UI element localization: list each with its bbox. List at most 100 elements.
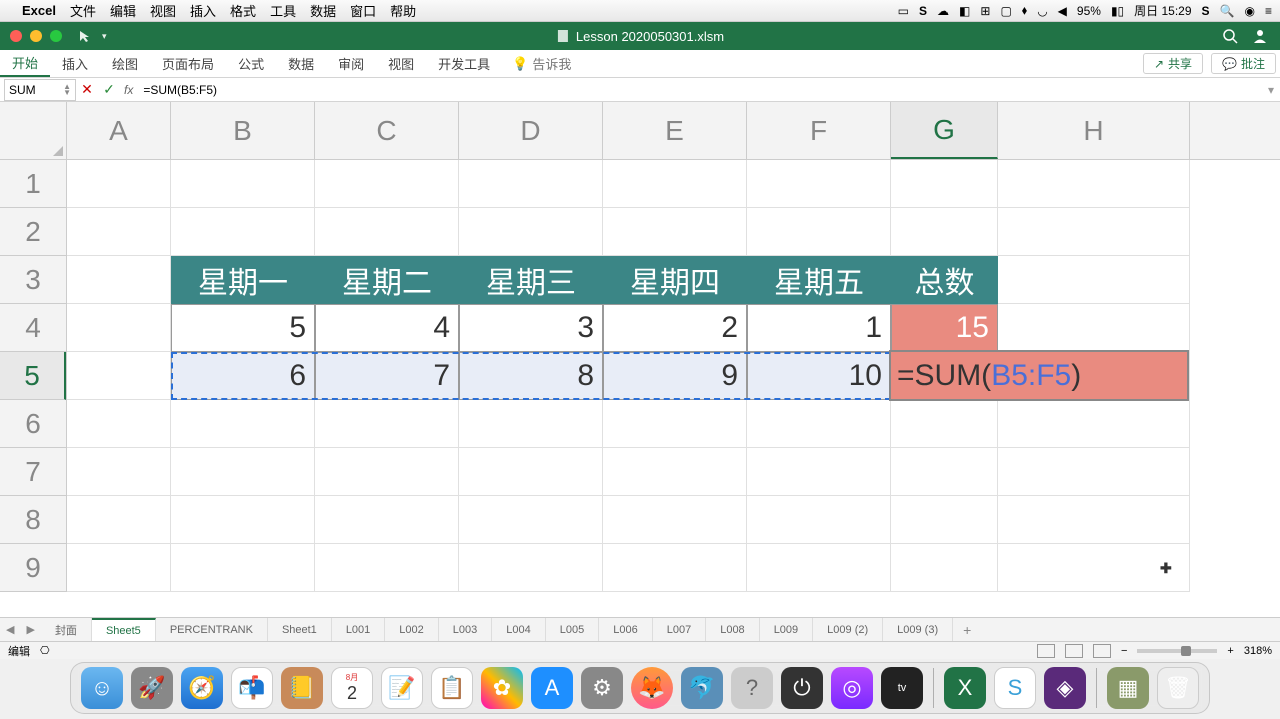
cell[interactable] xyxy=(747,496,891,544)
dock-launchpad[interactable]: 🚀 xyxy=(131,667,173,709)
tray-icon[interactable]: S xyxy=(1202,4,1210,18)
view-pagebreak-button[interactable] xyxy=(1093,644,1111,658)
maximize-button[interactable] xyxy=(50,30,62,42)
cell[interactable] xyxy=(459,208,603,256)
app-name[interactable]: Excel xyxy=(22,3,56,18)
tab-pagelayout[interactable]: 页面布局 xyxy=(150,50,226,77)
cell[interactable] xyxy=(891,496,998,544)
macro-icon[interactable]: ⎔ xyxy=(40,644,50,657)
dock-safari[interactable]: 🧭 xyxy=(181,667,223,709)
cell-F5[interactable]: 10 xyxy=(747,352,891,400)
sheet-tab[interactable]: L002 xyxy=(385,618,438,641)
header-mon[interactable]: 星期一 xyxy=(171,256,315,304)
view-normal-button[interactable] xyxy=(1037,644,1055,658)
dock-trash[interactable]: 🗑 xyxy=(1157,667,1199,709)
cell[interactable] xyxy=(998,208,1190,256)
cell[interactable] xyxy=(603,400,747,448)
dock-settings[interactable]: ⚙ xyxy=(581,667,623,709)
notifications-icon[interactable]: ≡ xyxy=(1265,4,1272,18)
cell[interactable] xyxy=(603,544,747,592)
header-tue[interactable]: 星期二 xyxy=(315,256,459,304)
cell[interactable] xyxy=(315,160,459,208)
sheet-nav-next-icon[interactable]: ▶ xyxy=(20,623,40,636)
cell[interactable] xyxy=(998,400,1190,448)
cell[interactable] xyxy=(67,352,171,400)
cell[interactable] xyxy=(315,496,459,544)
cell[interactable] xyxy=(998,304,1190,352)
formula-expand-icon[interactable]: ▾ xyxy=(1262,83,1280,97)
menu-window[interactable]: 窗口 xyxy=(350,1,376,20)
editing-cell[interactable]: =SUM(B5:F5) xyxy=(891,352,1187,399)
zoom-in-button[interactable]: + xyxy=(1227,645,1233,657)
enter-icon[interactable]: ✓ xyxy=(98,81,120,98)
cell[interactable] xyxy=(459,544,603,592)
sheet-tab[interactable]: PERCENTRANK xyxy=(156,618,268,641)
header-thu[interactable]: 星期四 xyxy=(603,256,747,304)
cell[interactable] xyxy=(315,208,459,256)
dock-appletv[interactable]: tv xyxy=(881,667,923,709)
menu-view[interactable]: 视图 xyxy=(150,1,176,20)
zoom-out-button[interactable]: − xyxy=(1121,645,1127,657)
cell[interactable] xyxy=(998,256,1190,304)
col-C[interactable]: C xyxy=(315,102,459,159)
row-6[interactable]: 6 xyxy=(0,400,66,448)
spotlight-icon[interactable]: 🔍 xyxy=(1220,4,1235,18)
dock-help[interactable]: ? xyxy=(731,667,773,709)
cell[interactable] xyxy=(747,400,891,448)
fx-icon[interactable]: fx xyxy=(120,83,137,97)
cell[interactable] xyxy=(891,208,998,256)
cell[interactable] xyxy=(998,496,1190,544)
cell[interactable] xyxy=(459,400,603,448)
tab-developer[interactable]: 开发工具 xyxy=(426,50,502,77)
sheet-tab[interactable]: L001 xyxy=(332,618,385,641)
view-layout-button[interactable] xyxy=(1065,644,1083,658)
sheet-tab[interactable]: L009 (3) xyxy=(883,618,953,641)
siri-icon[interactable]: ◉ xyxy=(1245,4,1255,18)
sheet-nav-prev-icon[interactable]: ◀ xyxy=(0,623,20,636)
col-G[interactable]: G xyxy=(891,102,998,159)
dock-podcasts[interactable]: ◎ xyxy=(831,667,873,709)
qat-dropdown-icon[interactable]: ▾ xyxy=(102,31,107,42)
cell[interactable] xyxy=(603,448,747,496)
airplay-icon[interactable]: ▢ xyxy=(1000,4,1011,18)
sheet-tab[interactable]: L009 xyxy=(760,618,813,641)
tab-insert[interactable]: 插入 xyxy=(50,50,100,77)
cell-F4[interactable]: 1 xyxy=(747,304,891,352)
search-icon[interactable] xyxy=(1222,28,1238,44)
sheet-tab[interactable]: Sheet1 xyxy=(268,618,332,641)
col-D[interactable]: D xyxy=(459,102,603,159)
cell[interactable] xyxy=(998,448,1190,496)
dock-folder[interactable]: ▦ xyxy=(1107,667,1149,709)
cloud-icon[interactable]: ☁ xyxy=(937,4,949,18)
dock-appstore[interactable]: A xyxy=(531,667,573,709)
battery-icon[interactable]: ▮▯ xyxy=(1111,4,1124,18)
header-wed[interactable]: 星期三 xyxy=(459,256,603,304)
cell[interactable] xyxy=(67,208,171,256)
header-total[interactable]: 总数 xyxy=(891,256,998,304)
dock-app[interactable]: ◈ xyxy=(1044,667,1086,709)
sheet-tab[interactable]: L003 xyxy=(439,618,492,641)
menu-tools[interactable]: 工具 xyxy=(270,1,296,20)
cell[interactable] xyxy=(315,544,459,592)
cell[interactable] xyxy=(315,448,459,496)
menu-help[interactable]: 帮助 xyxy=(390,1,416,20)
tab-view[interactable]: 视图 xyxy=(376,50,426,77)
cell-B4[interactable]: 5 xyxy=(171,304,315,352)
cell[interactable] xyxy=(603,496,747,544)
cell[interactable] xyxy=(891,160,998,208)
dock-mail[interactable]: 📬 xyxy=(231,667,273,709)
cell[interactable] xyxy=(171,448,315,496)
col-F[interactable]: F xyxy=(747,102,891,159)
cell[interactable] xyxy=(315,400,459,448)
row-9[interactable]: 9 xyxy=(0,544,66,592)
cell[interactable] xyxy=(67,400,171,448)
row-headers[interactable]: 1 2 3 4 5 6 7 8 9 xyxy=(0,160,67,592)
sheet-tab[interactable]: L009 (2) xyxy=(813,618,883,641)
row-4[interactable]: 4 xyxy=(0,304,66,352)
name-box[interactable]: SUM ▲▼ xyxy=(4,79,76,101)
tray-icon[interactable]: S xyxy=(919,4,927,18)
tab-home[interactable]: 开始 xyxy=(0,50,50,77)
user-icon[interactable] xyxy=(1252,28,1268,44)
dock-contacts[interactable]: 📒 xyxy=(281,667,323,709)
menu-insert[interactable]: 插入 xyxy=(190,1,216,20)
